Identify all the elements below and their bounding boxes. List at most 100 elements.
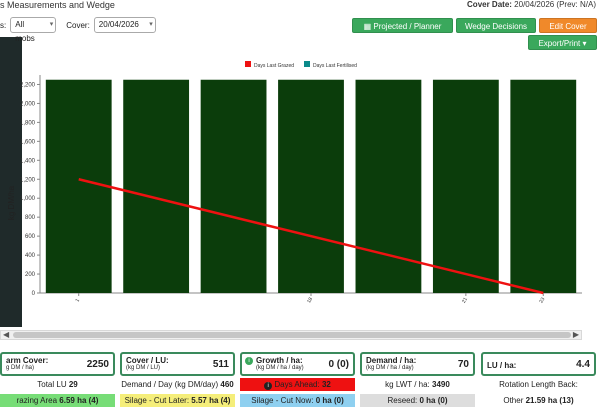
total-lu-cell: Total LU 29 [0, 378, 115, 391]
legend-label-fertilised: Days Last Fertilised [313, 63, 357, 69]
y-tick-label: 1,400 [20, 158, 36, 164]
total-lu-value: 29 [68, 380, 78, 389]
other-area-value: 21.59 ha (13) [525, 396, 574, 405]
scroll-left-icon[interactable]: ◀ [3, 330, 9, 339]
filter-bar: s: All mobs ▾ Cover: 20/04/2026 ▾ [0, 17, 156, 43]
group-filter-label: s: [0, 20, 7, 30]
lu-per-ha-label: LU / ha: [487, 361, 517, 370]
legend-label-grazed: Days Last Grazed [254, 63, 294, 69]
kg-lwt-value: 3490 [432, 380, 450, 389]
cover-filter-label: Cover: [66, 20, 90, 30]
grazing-area-cell: razing Area 6.59 ha (4) [0, 394, 115, 407]
group-select-value: All mobs [15, 20, 35, 43]
legend-swatch-grazed [245, 61, 251, 67]
kg-lwt-cell: kg LWT / ha: 3490 [360, 378, 475, 391]
y-tick-label: 1,000 [20, 196, 36, 202]
wedge-bar[interactable] [45, 79, 112, 293]
group-select[interactable]: All mobs ▾ [10, 17, 57, 43]
farm-cover-label: arm Cover: [6, 356, 49, 365]
chart-area: Days Last Grazed Days Last Fertilised kg… [0, 53, 602, 343]
cover-select-value: 20/04/2026 [98, 20, 139, 29]
y-tick-label: 2,200 [20, 82, 36, 88]
silage-cut-later-cell: Silage - Cut Later: 5.57 ha (4) [120, 394, 235, 407]
y-tick-label: 0 [32, 291, 36, 297]
y-tick-label: 200 [25, 272, 36, 278]
wedge-bar[interactable] [278, 79, 344, 293]
growth-value: 0 (0) [328, 359, 349, 370]
chevron-down-icon: ▾ [149, 21, 153, 28]
wedge-decisions-label: Wedge Decisions [464, 22, 528, 31]
bars [45, 79, 577, 293]
growth-box: Growth / ha: i (kg DM / ha / day) 0 (0) [240, 352, 355, 376]
kg-lwt-label: kg LWT / ha: [385, 380, 430, 389]
silage-cut-later-label: Silage - Cut Later: [124, 396, 190, 405]
demand-per-day-cell: Demand / Day (kg DM/day) 460 [120, 378, 235, 391]
other-area-cell: Other 21.59 ha (13) [481, 394, 596, 407]
silage-cut-now-cell: Silage - Cut Now: 0 ha (0) [240, 394, 355, 407]
cover-date: Cover Date: 20/04/2026 (Prev: N/A) [467, 0, 596, 9]
cover-per-lu-label: Cover / LU: [126, 356, 169, 365]
edit-cover-label: Edit Cover [549, 22, 587, 31]
cover-date-label: Cover Date: [467, 0, 512, 9]
y-tick-label: 1,600 [20, 139, 36, 145]
x-tick-label: 1 [75, 298, 82, 304]
reseed-cell: Reseed: 0 ha (0) [360, 394, 475, 407]
edit-cover-button[interactable]: Edit Cover [539, 18, 597, 33]
reseed-value: 0 ha (0) [419, 396, 448, 405]
demand-per-day-label: Demand / Day (kg DM/day) [121, 380, 219, 389]
y-tick-labels: 0 200 400 600 800 1,000 1,200 1,400 1,600 1,800 2,… [20, 82, 40, 297]
wedge-bar[interactable] [432, 79, 499, 293]
lu-per-ha-box: LU / ha: 4.4 [481, 352, 596, 376]
y-axis-label: kg DM/ha [7, 185, 16, 220]
export-print-label: Export/Print [538, 39, 581, 48]
cover-per-lu-box: Cover / LU: (kg DM / LU) 511 [120, 352, 235, 376]
demand-per-ha-label: Demand / ha: [366, 356, 417, 365]
wedge-bar[interactable] [123, 79, 190, 293]
info-icon[interactable]: i [264, 382, 273, 390]
y-tick-label: 400 [25, 253, 36, 259]
horizontal-scrollbar[interactable]: ◀ ▶ [0, 330, 582, 340]
chart-icon: ▦ [363, 22, 374, 31]
demand-per-ha-box: Demand / ha: (kg DM / ha / day) 70 [360, 352, 475, 376]
scroll-right-icon[interactable]: ▶ [573, 330, 579, 339]
growth-sub: (kg DM / ha / day) [256, 365, 304, 371]
farm-cover-box: arm Cover: g DM / ha) 2250 [0, 352, 115, 376]
other-area-label: Other [503, 396, 524, 405]
cover-date-value: 20/04/2026 (Prev: N/A) [514, 0, 596, 9]
y-tick-label: 1,200 [20, 177, 36, 183]
legend-swatch-fertilised [304, 61, 310, 67]
scroll-thumb[interactable] [13, 332, 571, 338]
wedge-bar[interactable] [510, 79, 577, 293]
farm-cover-sub: g DM / ha) [6, 365, 35, 371]
export-print-button[interactable]: Export/Print ▾ [528, 35, 597, 50]
cover-per-lu-value: 511 [212, 359, 229, 370]
wedge-decisions-button[interactable]: Wedge Decisions [456, 18, 536, 33]
projected-planner-button[interactable]: ▦ Projected / Planner [352, 18, 453, 33]
silage-cut-now-label: Silage - Cut Now: [251, 396, 314, 405]
caret-down-icon: ▾ [582, 39, 587, 48]
cover-select[interactable]: 20/04/2026 ▾ [93, 17, 156, 33]
y-tick-label: 800 [25, 215, 36, 221]
wedge-bar[interactable] [200, 79, 267, 293]
growth-label: Growth / ha: [256, 356, 303, 365]
grazing-area-label: razing Area [16, 396, 58, 405]
days-ahead-label: Days Ahead: [274, 380, 320, 389]
lu-per-ha-value: 4.4 [576, 359, 590, 370]
x-tick-label: 21 [461, 296, 469, 304]
info-icon[interactable]: i [245, 357, 253, 365]
x-tick-label: 18 [306, 296, 314, 304]
rotation-length-label: Rotation Length Back: [499, 380, 578, 389]
days-ahead-value: 32 [321, 380, 331, 389]
chevron-down-icon: ▾ [49, 21, 54, 28]
grazing-area-value: 6.59 ha (4) [59, 396, 99, 405]
silage-cut-later-value: 5.57 ha (4) [191, 396, 231, 405]
demand-per-day-value: 460 [220, 380, 234, 389]
days-ahead-cell: i Days Ahead: 32 [240, 378, 355, 391]
x-tick-labels: 1 18 21 23 [75, 293, 547, 304]
demand-per-ha-value: 70 [457, 359, 469, 370]
y-tick-label: 2,000 [20, 101, 36, 107]
farm-cover-value: 2250 [86, 359, 109, 370]
page-title: s Measurements and Wedge [0, 0, 115, 10]
reseed-label: Reseed: [387, 396, 418, 405]
x-tick-label: 23 [538, 296, 546, 304]
